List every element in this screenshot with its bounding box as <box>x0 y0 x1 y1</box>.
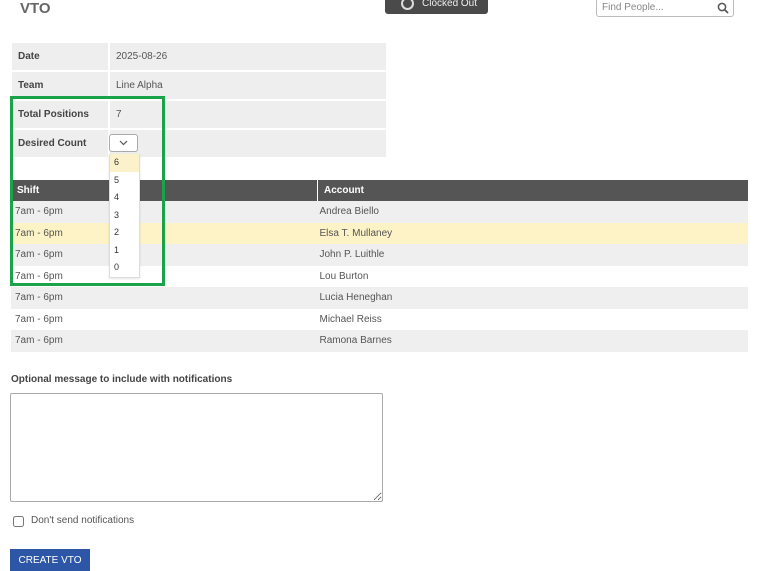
date-label: Date <box>12 43 110 70</box>
desired-count-row: Desired Count <box>12 130 386 157</box>
table-row[interactable]: 7am - 6pm Lucia Heneghan <box>11 287 748 309</box>
notification-message-input[interactable] <box>10 393 383 502</box>
clock-status-label: Clocked Out <box>422 0 478 9</box>
team-row: Team Line Alpha <box>12 72 386 99</box>
desired-count-option[interactable]: 6 <box>110 154 139 172</box>
date-value: 2025-08-26 <box>110 43 386 70</box>
clock-ring-icon <box>401 0 414 10</box>
desired-count-option[interactable]: 3 <box>110 207 139 225</box>
desired-count-label: Desired Count <box>12 130 110 157</box>
search-icon[interactable] <box>717 2 729 14</box>
chevron-down-icon <box>119 140 128 146</box>
shift-cell: 7am - 6pm <box>11 222 318 244</box>
dont-send-notifications-checkbox[interactable] <box>13 516 24 527</box>
page-title: VTO <box>20 0 51 17</box>
create-vto-button[interactable]: CREATE VTO <box>10 549 90 571</box>
desired-count-cell <box>110 130 386 157</box>
account-cell: Elsa T. Mullaney <box>317 222 748 244</box>
find-people-search[interactable] <box>596 0 734 17</box>
dont-send-notifications-label[interactable]: Don't send notifications <box>31 515 134 526</box>
shift-cell: 7am - 6pm <box>11 201 318 223</box>
find-people-input[interactable] <box>602 2 714 13</box>
account-column-header[interactable]: Account <box>317 180 748 201</box>
account-cell: Ramona Barnes <box>317 330 748 352</box>
team-label: Team <box>12 72 110 99</box>
account-cell: Lucia Heneghan <box>317 287 748 309</box>
total-positions-value: 7 <box>110 101 386 128</box>
shift-column-header[interactable]: Shift <box>11 180 318 201</box>
date-row: Date 2025-08-26 <box>12 43 386 70</box>
clock-status-button[interactable]: Clocked Out <box>385 0 488 14</box>
desired-count-select[interactable] <box>109 134 138 152</box>
vto-info-table: Date 2025-08-26 Team Line Alpha Total Po… <box>12 41 386 159</box>
desired-count-option[interactable]: 1 <box>110 242 139 260</box>
shift-cell: 7am - 6pm <box>11 287 318 309</box>
message-label: Optional message to include with notific… <box>11 374 233 385</box>
account-cell: John P. Luithle <box>317 244 748 266</box>
desired-count-option[interactable]: 5 <box>110 172 139 190</box>
account-cell: Michael Reiss <box>317 308 748 330</box>
shift-cell: 7am - 6pm <box>11 265 318 287</box>
team-value: Line Alpha <box>110 72 386 99</box>
shift-cell: 7am - 6pm <box>11 308 318 330</box>
desired-count-option[interactable]: 0 <box>110 259 139 277</box>
desired-count-option[interactable]: 2 <box>110 224 139 242</box>
desired-count-option[interactable]: 4 <box>110 189 139 207</box>
table-row[interactable]: 7am - 6pm Michael Reiss <box>11 308 748 330</box>
shift-cell: 7am - 6pm <box>11 330 318 352</box>
shift-cell: 7am - 6pm <box>11 244 318 266</box>
account-cell: Andrea Biello <box>317 201 748 223</box>
account-cell: Lou Burton <box>317 265 748 287</box>
total-positions-row: Total Positions 7 <box>12 101 386 128</box>
desired-count-options: 6 5 4 3 2 1 0 <box>109 154 140 278</box>
total-positions-label: Total Positions <box>12 101 110 128</box>
table-row[interactable]: 7am - 6pm Ramona Barnes <box>11 330 748 352</box>
